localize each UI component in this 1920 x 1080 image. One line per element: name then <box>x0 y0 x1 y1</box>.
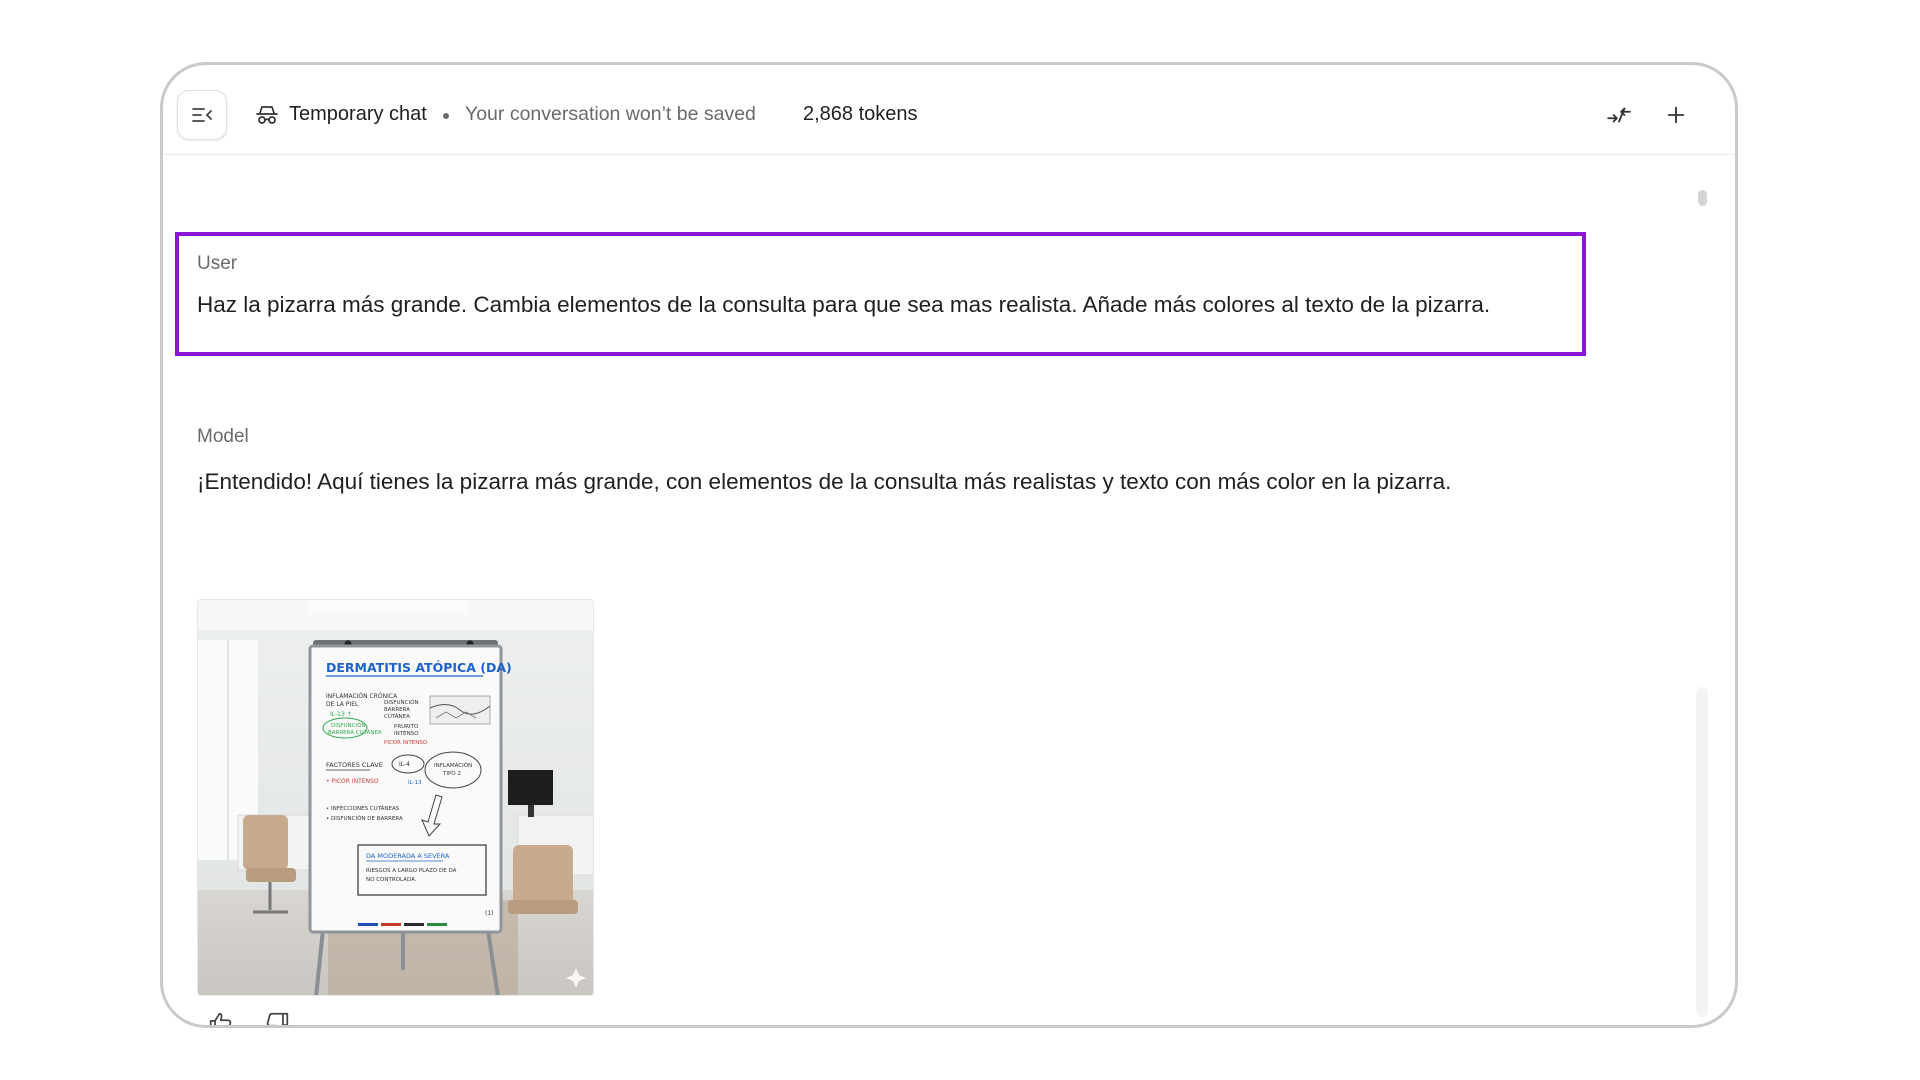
compare-arrows-icon <box>1607 107 1631 123</box>
model-message-text: ¡Entendido! Aquí tienes la pizarra más g… <box>197 469 1452 494</box>
board-bullet-1: • INFECCIONES CUTÁNEAS <box>326 805 400 812</box>
board-right-note-2: BARRERA <box>384 707 410 713</box>
model-role-label: Model <box>197 426 249 447</box>
board-left-note-5: BARRERA CUTÁNEA <box>328 729 382 736</box>
clinic-whiteboard-image: DERMATITIS ATÓPICA (DA) INFLAMACIÓN CRÓN… <box>198 600 593 995</box>
temporary-chat-subtitle: Your conversation won’t be saved <box>465 103 756 125</box>
user-role-label: User <box>197 253 238 274</box>
board-bullet-2: • DISFUNCIÓN DE BARRERA <box>326 815 403 822</box>
scrollbar-thumb[interactable] <box>1698 190 1707 206</box>
board-right-note-5: INTENSO <box>394 731 419 737</box>
user-message-text: Haz la pizarra más grande. Cambia elemen… <box>197 292 1491 317</box>
thumbs-down-icon <box>266 1012 289 1025</box>
board-left-note-3: IL-13 ↑ <box>330 711 352 718</box>
board-left-note-2: DE LA PIEL <box>326 701 359 708</box>
board-left-note-4: DISFUNCIÓN <box>331 722 366 729</box>
board-right-note-1: DISFUNCIÓN <box>384 699 419 706</box>
compare-button[interactable] <box>1599 95 1639 135</box>
board-bubble-1: IL-4 <box>399 761 410 768</box>
generated-image[interactable]: DERMATITIS ATÓPICA (DA) INFLAMACIÓN CRÓN… <box>197 599 594 996</box>
user-message[interactable]: User Haz la pizarra más grande. Cambia e… <box>175 232 1586 356</box>
board-bubble-2b: TIPO 2 <box>442 771 461 777</box>
board-right-note-4: PRURITO <box>394 724 419 730</box>
board-right-note-6: PICOR INTENSO <box>384 740 428 746</box>
board-il13: IL-13 <box>408 780 422 786</box>
chat-window: Temporary chat Your conversation won’t b… <box>160 62 1738 1028</box>
thumbs-down-button[interactable] <box>257 1003 297 1025</box>
board-box-title: DA MODERADA A SEVERA <box>366 852 450 860</box>
board-factor-red: • PICOR INTENSO <box>326 778 379 785</box>
board-box-line-2: NO CONTROLADA. <box>366 877 417 883</box>
chat-header: Temporary chat Your conversation won’t b… <box>163 65 1735 155</box>
board-factors-title: FACTORES CLAVE <box>326 761 383 769</box>
separator-dot <box>443 113 449 119</box>
board-right-note-3: CUTÁNEA <box>384 713 410 720</box>
board-page-number: (1) <box>485 910 494 917</box>
sidebar-toggle-icon <box>192 108 212 122</box>
chat-content[interactable]: User Haz la pizarra más grande. Cambia e… <box>163 156 1735 1025</box>
new-chat-button[interactable] <box>1656 95 1696 135</box>
sidebar-toggle-button[interactable] <box>177 90 227 140</box>
temporary-chat-title: Temporary chat <box>289 103 427 125</box>
thumbs-up-icon <box>209 1012 232 1025</box>
board-box-line-1: RIESGOS A LARGO PLAZO DE DA <box>366 868 457 874</box>
board-bubble-2a: INFLAMACIÓN <box>434 762 472 769</box>
scrollbar-lower-track <box>1696 687 1708 1017</box>
thumbs-up-button[interactable] <box>201 1003 241 1025</box>
board-title: DERMATITIS ATÓPICA (DA) <box>326 660 512 675</box>
plus-icon <box>1667 106 1685 124</box>
incognito-icon <box>256 106 278 124</box>
board-left-note-1: INFLAMACIÓN CRÓNICA <box>326 693 398 700</box>
token-count: 2,868 tokens <box>803 103 918 125</box>
